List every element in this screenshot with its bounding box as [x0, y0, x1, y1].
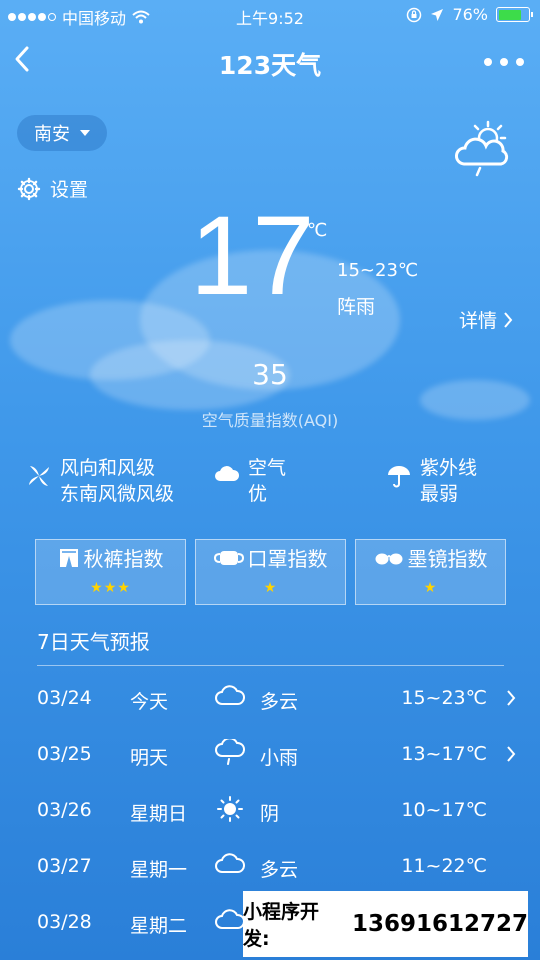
- forecast-temps: 11~22℃: [401, 855, 487, 877]
- details-link[interactable]: 详情: [459, 306, 513, 333]
- uv-title: 紫外线: [420, 457, 478, 479]
- air-title: 空气: [248, 457, 287, 479]
- index-stars: ★: [423, 580, 438, 596]
- status-right: 76%: [406, 5, 533, 24]
- overcast-icon: [217, 796, 243, 822]
- location-icon: [431, 8, 444, 21]
- forecast-weather: 多云: [260, 859, 299, 881]
- promo-phone: 13691612727: [351, 911, 528, 937]
- forecast-temps: 15~23℃: [401, 687, 487, 709]
- aqi-value: 35: [252, 358, 288, 391]
- page-title: 123天气: [218, 51, 322, 80]
- cloud-icon: [215, 466, 240, 481]
- forecast-title: 7日天气预报: [37, 630, 150, 654]
- settings-label: 设置: [50, 179, 89, 201]
- more-dot: [516, 58, 524, 66]
- forecast-day: 今天: [130, 691, 169, 713]
- forecast-row[interactable]: 03/26 星期日 阴 10~17℃: [0, 791, 540, 831]
- index-stars: ★★★: [90, 580, 131, 596]
- umbrella-icon: [388, 466, 410, 488]
- sunglasses-icon: [375, 553, 402, 564]
- settings-button[interactable]: 设置: [17, 175, 88, 202]
- battery-icon: [496, 7, 533, 22]
- more-menu-button[interactable]: [484, 50, 524, 74]
- forecast-weather: 多云: [260, 691, 299, 713]
- forecast-date: 03/28: [37, 911, 92, 933]
- forecast-row[interactable]: 03/24 今天 多云 15~23℃: [0, 679, 540, 719]
- forecast-day: 星期日: [130, 803, 188, 825]
- promo-banner: 小程序开发: 13691612727: [243, 891, 528, 957]
- city-selector[interactable]: 南安: [17, 115, 107, 151]
- chevron-right-icon: [507, 690, 516, 706]
- index-label: 墨镜指数: [407, 547, 488, 571]
- rotation-lock-icon: [407, 7, 422, 22]
- wind-info: 风向和风级 东南风微风级: [26, 455, 174, 507]
- index-card-mask[interactable]: 口罩指数 ★: [195, 539, 346, 605]
- chevron-right-icon: [507, 746, 516, 762]
- forecast-day: 星期二: [130, 915, 188, 937]
- pants-icon: [59, 548, 78, 567]
- battery-fill: [498, 9, 521, 20]
- forecast-day: 明天: [130, 747, 169, 769]
- forecast-day: 星期一: [130, 859, 188, 881]
- wind-title: 风向和风级: [60, 457, 156, 479]
- chevron-right-icon: [504, 311, 513, 328]
- index-card-pants[interactable]: 秋裤指数 ★★★: [35, 539, 186, 605]
- mask-icon: [213, 550, 244, 565]
- forecast-date: 03/26: [37, 799, 92, 821]
- cloudy-icon: [215, 909, 245, 929]
- temperature-unit: ℃: [307, 220, 328, 241]
- details-label: 详情: [458, 310, 497, 332]
- forecast-date: 03/25: [37, 743, 92, 765]
- light-rain-icon: [215, 739, 245, 765]
- forecast-temps: 13~17℃: [401, 743, 487, 765]
- cloudy-icon: [215, 853, 245, 873]
- dropdown-caret-icon: [80, 130, 90, 136]
- uv-value: 最弱: [420, 483, 459, 505]
- forecast-weather: 阴: [260, 803, 280, 825]
- forecast-date: 03/24: [37, 687, 92, 709]
- wind-value: 东南风微风级: [60, 483, 175, 505]
- forecast-temps: 10~17℃: [401, 799, 487, 821]
- city-name: 南安: [34, 124, 70, 145]
- cloud-rain-sun-icon: [450, 118, 512, 180]
- index-stars: ★: [263, 580, 278, 596]
- index-label: 口罩指数: [247, 547, 328, 571]
- more-dot: [500, 58, 508, 66]
- air-value: 优: [248, 483, 268, 505]
- forecast-date: 03/27: [37, 855, 92, 877]
- current-temperature: 17: [190, 193, 315, 318]
- status-bar: 中国移动 上午9:52 76%: [0, 0, 540, 30]
- aqi-label: 空气质量指数(AQI): [201, 411, 339, 430]
- forecast-weather: 小雨: [260, 747, 299, 769]
- more-dot: [484, 58, 492, 66]
- forecast-divider: [37, 665, 504, 666]
- uv-info: 紫外线 最弱: [386, 455, 477, 507]
- index-label: 秋裤指数: [83, 547, 164, 571]
- air-info: 空气 优: [214, 455, 286, 507]
- forecast-row[interactable]: 03/27 星期一 多云 11~22℃: [0, 847, 540, 887]
- temperature-range: 15~23℃: [337, 260, 419, 281]
- promo-label: 小程序开发:: [243, 901, 320, 950]
- windmill-icon: [29, 466, 49, 486]
- cloudy-icon: [215, 685, 245, 705]
- index-card-sunglasses[interactable]: 墨镜指数 ★: [355, 539, 506, 605]
- weather-condition: 阵雨: [337, 296, 376, 318]
- battery-percent: 76%: [452, 5, 488, 24]
- forecast-row[interactable]: 03/25 明天 小雨 13~17℃: [0, 735, 540, 775]
- nav-bar: 123天气: [0, 30, 540, 90]
- gear-icon: [17, 177, 41, 200]
